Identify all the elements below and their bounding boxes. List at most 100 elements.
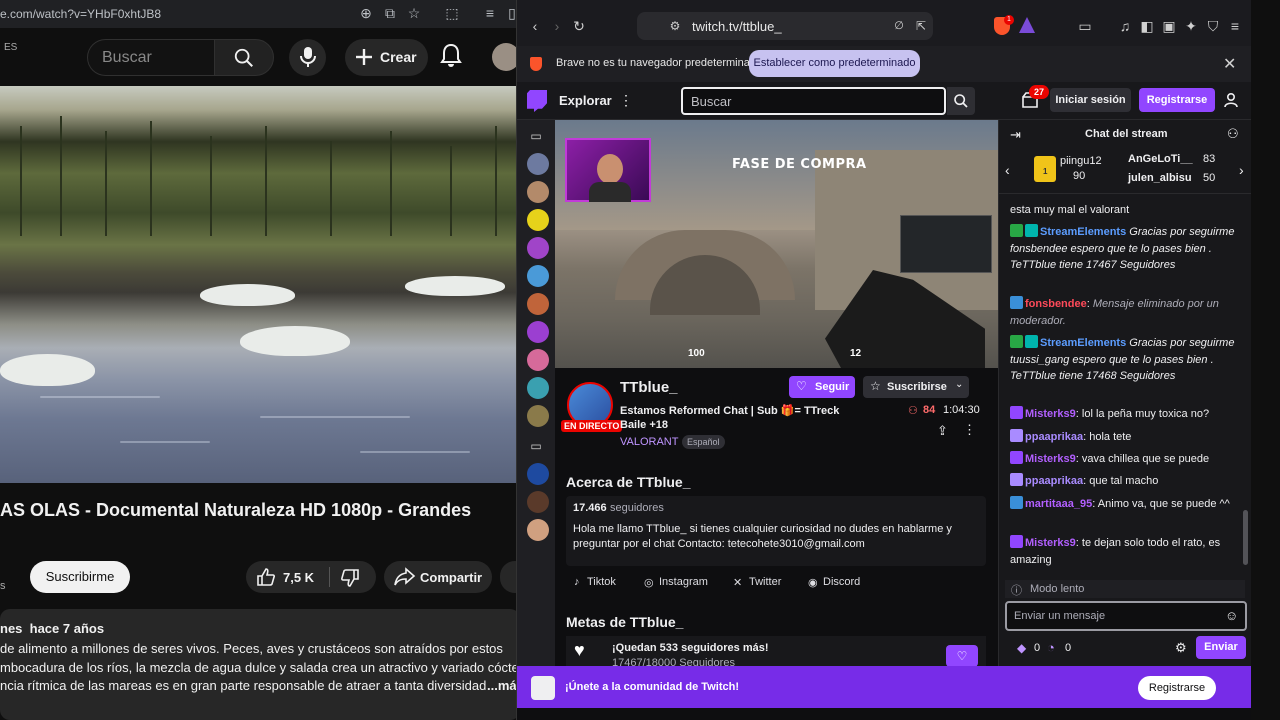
share-page-icon[interactable]: ⇱ xyxy=(913,18,929,34)
youtube-video-player[interactable] xyxy=(0,86,520,483)
youtube-masthead: ES Buscar Crear xyxy=(0,28,520,86)
login-button[interactable]: Iniciar sesión xyxy=(1050,88,1131,112)
sidebar-toggle-icon[interactable]: ◧ xyxy=(1139,18,1155,34)
channel-avatar[interactable] xyxy=(527,265,549,287)
close-icon[interactable]: ✕ xyxy=(1223,54,1236,74)
forward-arrow-icon[interactable]: › xyxy=(549,18,565,34)
site-info-icon[interactable]: ⚙ xyxy=(667,18,683,34)
channel-avatar[interactable] xyxy=(527,463,549,485)
youtube-address-bar[interactable]: e.com/watch?v=YHbF0xhtJB8 ⊕ ⧉ ☆ ⬚ ≡ ▯ xyxy=(0,0,520,28)
language-tag[interactable]: Español xyxy=(682,435,725,449)
instagram-link[interactable]: Instagram xyxy=(659,576,708,588)
chat-username[interactable]: StreamElements xyxy=(1040,226,1126,238)
channel-avatar[interactable] xyxy=(527,293,549,315)
chat-message-input[interactable]: Enviar un mensaje ☺ xyxy=(1005,601,1247,631)
leaderboard-score: 83 xyxy=(1203,153,1216,165)
tiktok-link[interactable]: Tiktok xyxy=(587,576,616,588)
extensions-icon[interactable]: ⬚ xyxy=(444,5,460,21)
like-count[interactable]: 7,5 K xyxy=(283,570,314,585)
discord-link[interactable]: Discord xyxy=(823,576,860,588)
chat-username[interactable]: ppaaprikaa xyxy=(1025,431,1083,443)
follow-goal-button[interactable]: ♡ xyxy=(946,645,978,667)
leo-ai-icon[interactable]: ✦ xyxy=(1183,18,1199,34)
youtube-url[interactable]: e.com/watch?v=YHbF0xhtJB8 xyxy=(0,7,161,21)
channel-avatar[interactable] xyxy=(527,377,549,399)
heart-icon: ♡ xyxy=(796,379,807,393)
channel-avatar[interactable] xyxy=(527,321,549,343)
voice-search-button[interactable] xyxy=(289,39,326,76)
user-icon[interactable] xyxy=(1223,92,1239,108)
youtube-search-input[interactable]: Buscar xyxy=(87,39,215,76)
twitch-search-input[interactable]: Buscar xyxy=(681,87,946,115)
channel-avatar[interactable] xyxy=(527,491,549,513)
bits-icon[interactable]: ◆ xyxy=(1017,641,1026,655)
emote-picker-icon[interactable]: ☺ xyxy=(1225,608,1238,623)
share-icon[interactable]: ⇪ xyxy=(937,423,948,439)
category-link[interactable]: VALORANT xyxy=(620,436,678,448)
channel-avatar[interactable] xyxy=(527,349,549,371)
chat-username[interactable]: Misterks9 xyxy=(1025,408,1076,420)
twitch-logo-icon[interactable] xyxy=(527,90,547,112)
zoom-icon[interactable]: ⊕ xyxy=(358,5,374,21)
chat-username[interactable]: ppaaprikaa xyxy=(1025,475,1083,487)
brave-rewards-icon[interactable] xyxy=(1019,17,1035,33)
community-icon[interactable]: ⚇ xyxy=(1227,126,1239,142)
cast-screen-icon[interactable]: ▭ xyxy=(1077,18,1093,34)
channel-avatar[interactable] xyxy=(527,519,549,541)
wallet-icon[interactable]: ▣ xyxy=(1161,18,1177,34)
slow-mode-text: Modo lento xyxy=(1030,583,1085,595)
brave-address-bar[interactable]: ⚙ twitch.tv/ttblue_ ∅ ⇱ xyxy=(637,12,933,40)
twitch-search-button[interactable] xyxy=(947,87,975,115)
send-chat-button[interactable]: Enviar xyxy=(1196,636,1246,659)
more-options-icon[interactable]: ⋮ xyxy=(963,422,976,438)
explore-link[interactable]: Explorar xyxy=(559,93,612,108)
music-note-icon[interactable]: ♫ xyxy=(1117,18,1133,34)
collapse-chat-icon[interactable]: ⇥ xyxy=(1010,127,1021,143)
subscribe-button[interactable]: Suscribirme xyxy=(30,561,130,593)
menu-icon[interactable]: ≡ xyxy=(1227,18,1243,34)
vpn-shield-icon[interactable]: ⛉ xyxy=(1205,18,1221,34)
thumbs-up-icon[interactable] xyxy=(256,567,276,587)
brave-url[interactable]: twitch.tv/ttblue_ xyxy=(692,19,782,34)
follow-button[interactable]: ♡ Seguir xyxy=(789,376,855,398)
create-button[interactable]: Crear xyxy=(345,39,428,76)
subscribe-button[interactable]: ☆ Suscribirse ⌄ xyxy=(863,376,969,398)
reload-icon[interactable]: ↻ xyxy=(571,18,587,34)
chat-settings-icon[interactable]: ⚙ xyxy=(1175,640,1187,656)
stream-chat: ⇥ Chat del stream ⚇ ‹ 1 piingu12 90 AnGe… xyxy=(998,120,1251,666)
live-badge: EN DIRECTO xyxy=(561,420,623,432)
youtube-search-button[interactable] xyxy=(214,39,274,76)
chat-scrollbar[interactable] xyxy=(1243,510,1248,565)
video-description[interactable]: nes hace 7 años de alimento a millones d… xyxy=(0,609,520,720)
chevron-right-icon[interactable]: › xyxy=(1239,162,1244,178)
bookmark-star-icon[interactable]: ☆ xyxy=(406,5,422,21)
channel-avatar[interactable] xyxy=(527,209,549,231)
followed-channels-icon[interactable]: ▭ xyxy=(528,128,544,144)
channel-avatar[interactable] xyxy=(527,181,549,203)
cast-icon[interactable]: ⧉ xyxy=(382,5,398,21)
twitter-link[interactable]: Twitter xyxy=(749,576,781,588)
channel-avatar[interactable] xyxy=(527,237,549,259)
back-arrow-icon[interactable]: ‹ xyxy=(527,18,543,34)
channel-points-icon[interactable]: ◔ xyxy=(1047,640,1055,655)
chevron-left-icon[interactable]: ‹ xyxy=(1005,162,1010,178)
thumbs-down-icon[interactable] xyxy=(340,568,360,588)
recommended-channels-icon[interactable]: ▭ xyxy=(528,438,544,454)
chat-username[interactable]: Misterks9 xyxy=(1025,453,1076,465)
set-default-button[interactable]: Establecer como predeterminado xyxy=(749,50,920,77)
more-options-icon[interactable]: ⋮ xyxy=(619,92,633,109)
join-signup-button[interactable]: Registrarse xyxy=(1138,676,1216,700)
chat-username[interactable]: fonsbendee xyxy=(1025,298,1087,310)
notifications-bell-button[interactable] xyxy=(440,43,466,71)
signup-button[interactable]: Registrarse xyxy=(1139,88,1215,112)
mute-tab-icon[interactable]: ∅ xyxy=(891,18,907,34)
media-controls-icon[interactable]: ≡ xyxy=(482,5,498,21)
chat-username[interactable]: martitaaa_95 xyxy=(1025,498,1092,510)
share-button[interactable]: Compartir xyxy=(384,561,492,593)
channel-name[interactable]: TTblue_ xyxy=(620,379,678,396)
chat-username[interactable]: StreamElements xyxy=(1040,337,1126,349)
channel-avatar[interactable] xyxy=(527,153,549,175)
chat-username[interactable]: Misterks9 xyxy=(1025,537,1076,549)
channel-avatar[interactable] xyxy=(527,405,549,427)
twitch-video-player[interactable]: FASE DE COMPRA 100 12 xyxy=(555,120,998,368)
